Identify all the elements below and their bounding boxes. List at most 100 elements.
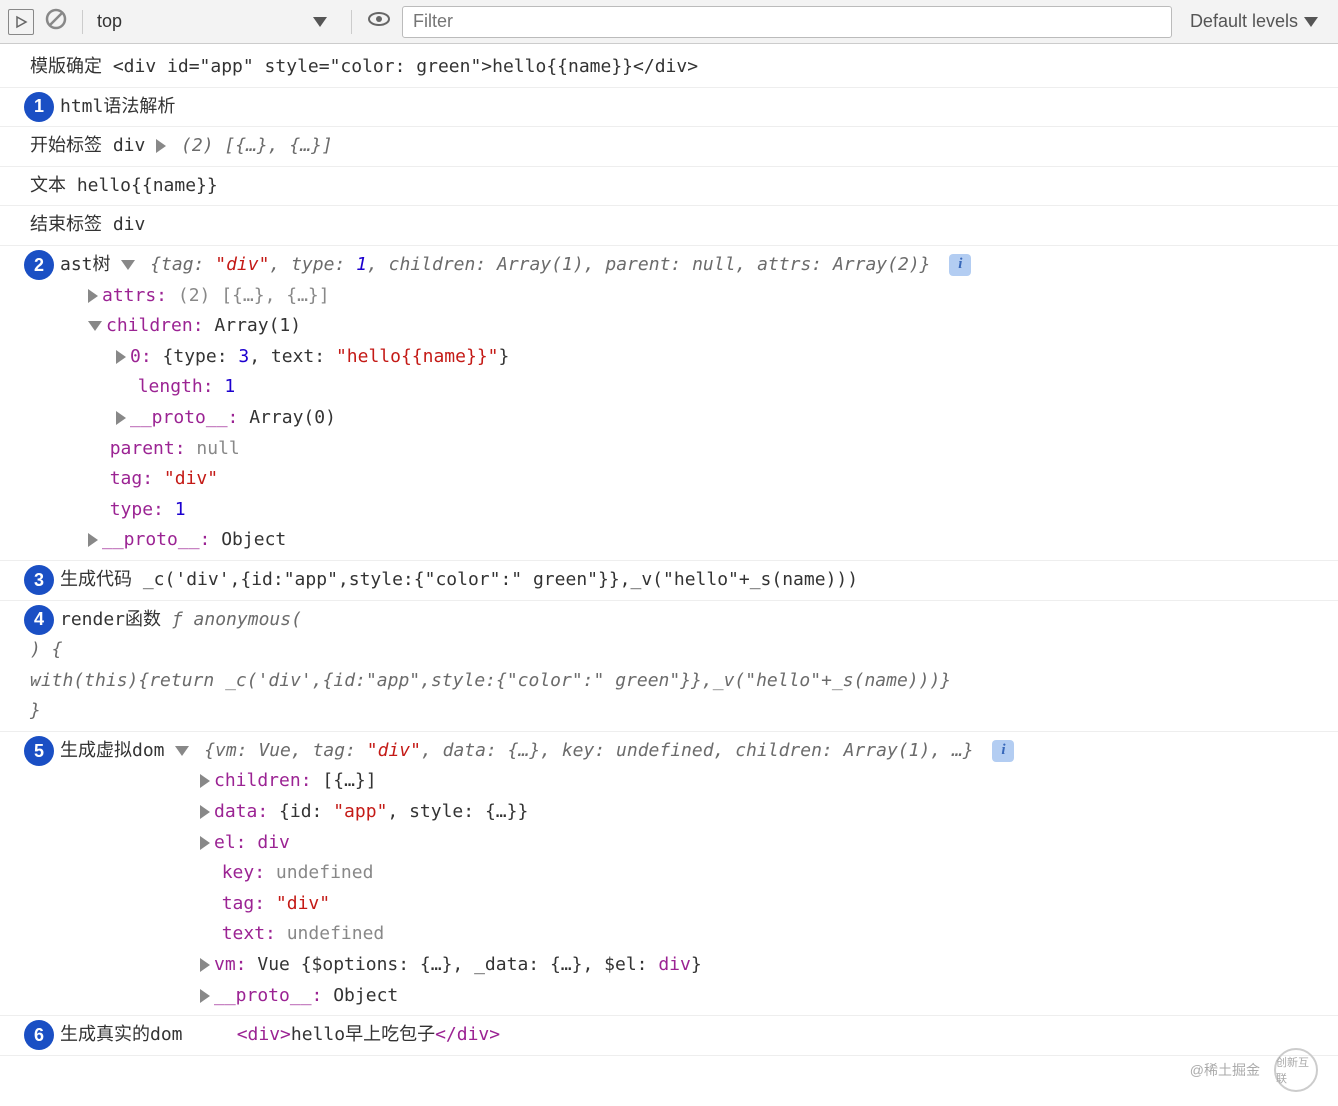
collapse-icon[interactable] bbox=[175, 746, 189, 756]
log-text: 结束标签 div bbox=[30, 210, 1308, 241]
log-label: ast树 bbox=[60, 254, 111, 275]
levels-label: Default levels bbox=[1190, 11, 1298, 32]
toolbar-divider bbox=[351, 10, 352, 34]
object-preview[interactable]: {vm: Vue, tag: "div", data: {…}, key: un… bbox=[204, 740, 984, 761]
expand-icon[interactable] bbox=[156, 139, 166, 153]
prop-value: 1 bbox=[224, 376, 235, 397]
prop-value[interactable]: Object bbox=[333, 985, 398, 1006]
prop-key: text: bbox=[222, 923, 276, 944]
clear-console-icon[interactable] bbox=[44, 7, 68, 36]
log-label: 生成虚拟dom bbox=[60, 740, 165, 761]
prop-value[interactable]: Vue {$options: {…}, _data: {…}, $el: div… bbox=[257, 954, 701, 975]
log-row: 2 ast树 {tag: "div", type: 1, children: A… bbox=[0, 246, 1338, 560]
prop-value[interactable]: (2) [{…}, {…}] bbox=[178, 285, 330, 306]
context-selector[interactable]: top bbox=[97, 11, 337, 32]
prop-value[interactable]: {type: 3, text: "hello{{name}}"} bbox=[163, 346, 510, 367]
prop-key: tag: bbox=[222, 893, 265, 914]
prop-key: 0: bbox=[130, 346, 152, 367]
fn-preview[interactable]: ƒ anonymous( bbox=[172, 609, 302, 630]
chevron-down-icon bbox=[1304, 17, 1318, 27]
step-badge: 3 bbox=[24, 565, 54, 595]
log-row: 5 生成虚拟dom {vm: Vue, tag: "div", data: {…… bbox=[0, 732, 1338, 1015]
expand-icon[interactable] bbox=[88, 289, 98, 303]
info-icon[interactable]: i bbox=[949, 254, 971, 276]
expand-icon[interactable] bbox=[200, 989, 210, 1003]
step-badge: 6 bbox=[24, 1020, 54, 1050]
log-code: <div id="app" style="color: green">hello… bbox=[113, 56, 698, 77]
object-preview[interactable]: {tag: "div", type: 1, children: Array(1)… bbox=[150, 254, 941, 275]
context-label: top bbox=[97, 11, 122, 32]
html-tag: </div> bbox=[435, 1024, 500, 1045]
prop-value: null bbox=[196, 438, 239, 459]
html-tag: <div> bbox=[237, 1024, 291, 1045]
console-output: 模版确定 <div id="app" style="color: green">… bbox=[0, 44, 1338, 1076]
prop-value[interactable]: {id: "app", style: {…}} bbox=[279, 801, 528, 822]
log-row: 文本 hello{{name}} bbox=[0, 167, 1338, 207]
prop-key: length: bbox=[138, 376, 214, 397]
console-toolbar: top Default levels bbox=[0, 0, 1338, 44]
log-row: 6 生成真实的dom <div>hello早上吃包子</div> bbox=[0, 1015, 1338, 1056]
prop-key: children: bbox=[106, 315, 204, 336]
watermark-text: @稀土掘金 bbox=[1190, 1060, 1260, 1080]
prop-key: attrs: bbox=[102, 285, 167, 306]
prop-key: vm: bbox=[214, 954, 247, 975]
object-preview[interactable]: (2) [{…}, {…}] bbox=[181, 135, 333, 156]
html-text: hello早上吃包子 bbox=[291, 1024, 435, 1045]
expand-icon[interactable] bbox=[200, 805, 210, 819]
prop-key: __proto__: bbox=[214, 985, 322, 1006]
log-code: _c('div',{id:"app",style:{"color":" gree… bbox=[143, 569, 858, 590]
expand-icon[interactable] bbox=[116, 350, 126, 364]
log-row: 4 render函数 ƒ anonymous( ) { with(this){r… bbox=[0, 601, 1338, 732]
prop-value: 1 bbox=[175, 499, 186, 520]
prop-key: parent: bbox=[110, 438, 186, 459]
log-text: html语法解析 bbox=[60, 92, 1308, 123]
prop-key: tag: bbox=[110, 468, 153, 489]
log-label: 生成代码 bbox=[60, 569, 132, 590]
filter-input[interactable] bbox=[402, 6, 1172, 38]
prop-value[interactable]: Object bbox=[221, 529, 286, 550]
step-badge: 2 bbox=[24, 250, 54, 280]
prop-key: __proto__: bbox=[130, 407, 238, 428]
expand-icon[interactable] bbox=[200, 774, 210, 788]
info-icon[interactable]: i bbox=[992, 740, 1014, 762]
prop-key: key: bbox=[222, 862, 265, 883]
prop-value[interactable]: Array(0) bbox=[249, 407, 336, 428]
log-text: 文本 hello{{name}} bbox=[30, 171, 1308, 202]
expand-icon[interactable] bbox=[200, 958, 210, 972]
log-label: 生成真实的dom bbox=[60, 1024, 183, 1045]
prop-value[interactable]: [{…}] bbox=[322, 770, 376, 791]
collapse-icon[interactable] bbox=[88, 321, 102, 331]
prop-key: __proto__: bbox=[102, 529, 210, 550]
log-row: 模版确定 <div id="app" style="color: green">… bbox=[0, 48, 1338, 88]
prop-key: data: bbox=[214, 801, 268, 822]
prop-key: type: bbox=[110, 499, 164, 520]
prop-value: undefined bbox=[276, 862, 374, 883]
prop-key: el: bbox=[214, 832, 247, 853]
log-label: 开始标签 div bbox=[30, 135, 145, 156]
watermark: @稀土掘金 创新互联 bbox=[1190, 1048, 1318, 1092]
chevron-down-icon bbox=[313, 17, 327, 27]
prop-value: "div" bbox=[276, 893, 330, 914]
log-row: 1 html语法解析 bbox=[0, 88, 1338, 128]
expand-icon[interactable] bbox=[88, 533, 98, 547]
expand-icon[interactable] bbox=[116, 411, 126, 425]
log-row: 开始标签 div (2) [{…}, {…}] bbox=[0, 127, 1338, 167]
prop-value[interactable]: div bbox=[257, 832, 290, 853]
log-levels-selector[interactable]: Default levels bbox=[1182, 11, 1330, 32]
log-row: 3 生成代码 _c('div',{id:"app",style:{"color"… bbox=[0, 560, 1338, 601]
prop-key: children: bbox=[214, 770, 312, 791]
live-expression-icon[interactable] bbox=[366, 6, 392, 37]
step-badge: 4 bbox=[24, 605, 54, 635]
prop-value: "div" bbox=[164, 468, 218, 489]
log-row: 结束标签 div bbox=[0, 206, 1338, 246]
prop-value[interactable]: Array(1) bbox=[214, 315, 301, 336]
collapse-icon[interactable] bbox=[121, 260, 135, 270]
log-label: 模版确定 bbox=[30, 56, 102, 77]
execute-icon[interactable] bbox=[8, 9, 34, 35]
prop-value: undefined bbox=[287, 923, 385, 944]
toolbar-divider bbox=[82, 10, 83, 34]
fn-body: ) { with(this){return _c('div',{id:"app"… bbox=[30, 635, 1308, 727]
step-badge: 5 bbox=[24, 736, 54, 766]
brand-logo-icon: 创新互联 bbox=[1274, 1048, 1318, 1092]
expand-icon[interactable] bbox=[200, 836, 210, 850]
